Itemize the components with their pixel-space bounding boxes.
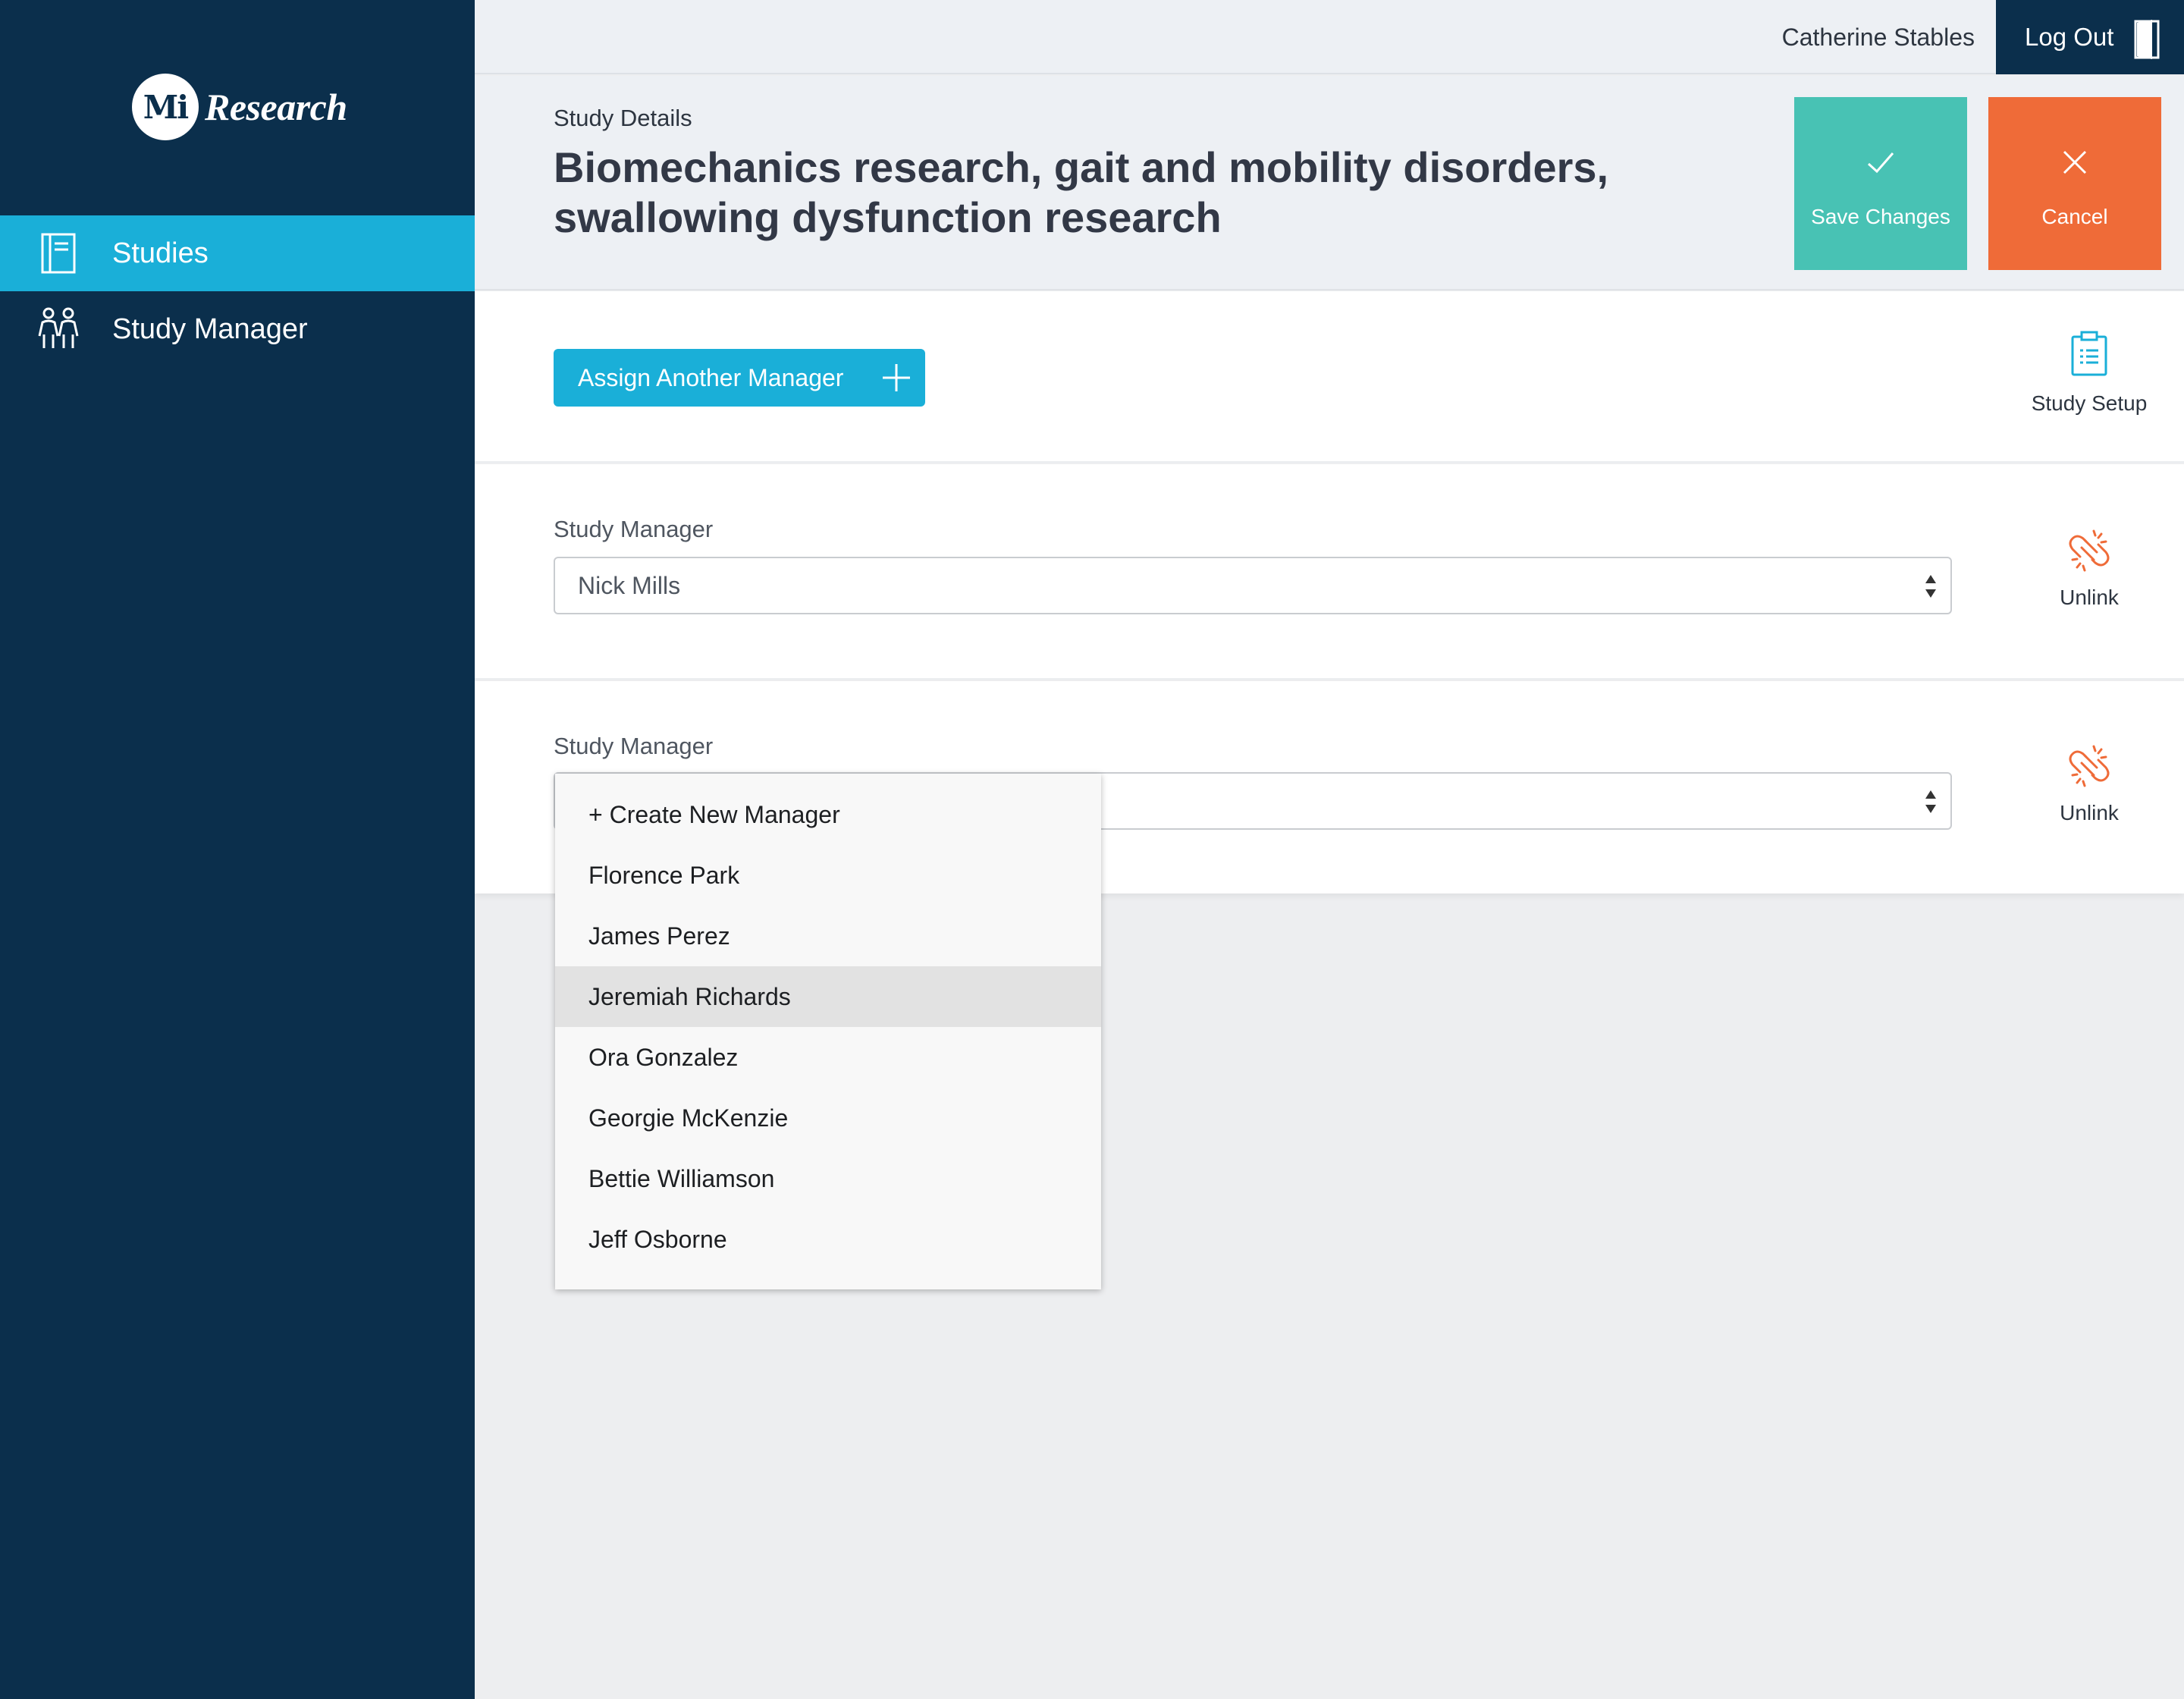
study-setup-label: Study Setup <box>2031 391 2148 415</box>
top-bar: Catherine Stables Log Out <box>475 0 2184 74</box>
manager-dropdown-menu: + Create New Manager Florence Park James… <box>555 774 1101 1289</box>
dropdown-option[interactable]: Ora Gonzalez <box>555 1027 1101 1088</box>
door-icon <box>2134 20 2160 59</box>
page-header: Study Details Biomechanics research, gai… <box>475 76 2184 290</box>
page-title: Biomechanics research, gait and mobility… <box>554 143 1609 241</box>
cancel-button[interactable]: Cancel <box>1988 97 2161 270</box>
clipboard-icon <box>2071 331 2107 376</box>
sidebar-item-label: Studies <box>112 237 209 269</box>
select-arrows-icon <box>1925 790 1936 813</box>
check-icon <box>1867 152 1894 174</box>
unlink-label: Unlink <box>2060 586 2119 609</box>
logout-label: Log Out <box>2025 23 2114 51</box>
sidebar: Mi Research Studies Study Manager <box>0 0 475 1699</box>
study-manager-select[interactable]: Nick Mills <box>554 557 1952 614</box>
dropdown-option[interactable]: Jeff Osborne <box>555 1209 1101 1270</box>
unlink-button[interactable]: Unlink <box>1994 528 2184 610</box>
dropdown-option[interactable]: James Perez <box>555 906 1101 966</box>
dropdown-option-highlighted[interactable]: Jeremiah Richards <box>555 966 1101 1027</box>
dropdown-option[interactable]: Florence Park <box>555 845 1101 906</box>
study-setup-button[interactable]: Study Setup <box>1994 331 2184 416</box>
dropdown-option[interactable]: Georgie McKenzie <box>555 1088 1101 1148</box>
field-label: Study Manager <box>554 516 714 542</box>
notebook-icon <box>41 233 76 274</box>
select-arrows-icon <box>1925 575 1936 598</box>
people-icon <box>38 307 79 348</box>
sidebar-item-study-manager[interactable]: Study Manager <box>0 291 475 367</box>
dropdown-option-create-new-manager[interactable]: + Create New Manager <box>555 784 1101 845</box>
sidebar-item-label: Study Manager <box>112 312 308 345</box>
user-name[interactable]: Catherine Stables <box>1782 0 1975 74</box>
assign-another-manager-button[interactable]: Assign Another Manager <box>554 349 925 407</box>
plus-icon <box>883 364 910 391</box>
logout-button[interactable]: Log Out <box>1996 0 2184 74</box>
save-changes-button[interactable]: Save Changes <box>1794 97 1967 270</box>
sidebar-item-studies[interactable]: Studies <box>0 215 475 291</box>
app-logo[interactable]: Mi Research <box>132 73 347 141</box>
unlink-icon <box>2069 745 2110 787</box>
assign-panel: Assign Another Manager Study Setup <box>475 291 2184 463</box>
save-changes-label: Save Changes <box>1811 205 1950 228</box>
dropdown-option[interactable]: Bettie Williamson <box>555 1148 1101 1209</box>
logo-mark: Mi <box>132 74 199 140</box>
unlink-label: Unlink <box>2060 801 2119 824</box>
cancel-label: Cancel <box>2041 205 2108 228</box>
assign-label: Assign Another Manager <box>578 364 844 391</box>
logo-text: Research <box>205 86 347 128</box>
unlink-icon <box>2069 529 2110 572</box>
close-icon <box>2063 150 2087 174</box>
breadcrumb: Study Details <box>554 105 692 131</box>
select-value: Nick Mills <box>578 572 681 599</box>
unlink-button[interactable]: Unlink <box>1994 743 2184 825</box>
field-label: Study Manager <box>554 733 714 759</box>
manager-row: Study Manager Nick Mills Unlink <box>475 464 2184 680</box>
